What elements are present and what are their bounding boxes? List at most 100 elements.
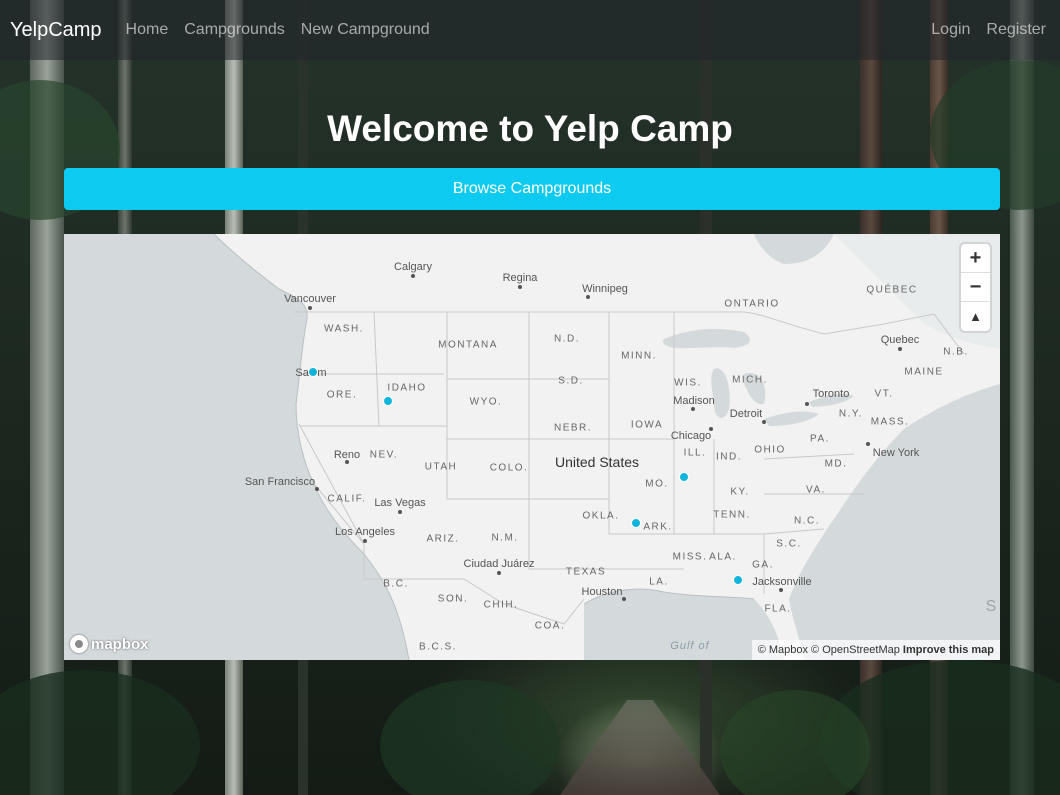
city-label: Toronto [812, 388, 850, 400]
map-region-label: CHIH. [483, 599, 519, 611]
map-region-label: N.M. [491, 532, 519, 544]
city-label: Houston [581, 586, 623, 598]
city-dot [308, 306, 312, 310]
campground-marker[interactable] [383, 396, 393, 406]
map-region-label: WIS. [674, 377, 702, 389]
map-region-label: NEBR. [553, 422, 593, 434]
map-region-label: CALIF. [327, 493, 367, 505]
map-region-label: OHIO [754, 444, 786, 456]
map-region-label: WYO. [469, 396, 503, 408]
nav-login[interactable]: Login [931, 21, 970, 39]
city-label: New York [872, 447, 920, 459]
map-region-label: N.Y. [838, 408, 864, 420]
nav-home[interactable]: Home [126, 21, 169, 39]
city-dot [866, 442, 870, 446]
nav-new-campground[interactable]: New Campground [301, 21, 430, 39]
city-dot [518, 285, 522, 289]
map-region-label: IOWA [630, 419, 664, 431]
map-region-label: B.C. [383, 578, 409, 590]
map-region-label: N.C. [794, 515, 820, 527]
map-region-label: MISS. [672, 551, 708, 563]
map-region-label: MAINE [904, 366, 944, 378]
map-region-label: TENN. [713, 509, 751, 521]
city-label: Las Vegas [374, 497, 426, 509]
city-dot [315, 487, 319, 491]
map-navigation-control: + − ▲ [961, 244, 990, 331]
map-region-label: LA. [649, 576, 669, 588]
city-dot [398, 510, 402, 514]
city-dot [762, 420, 766, 424]
zoom-in-button[interactable]: + [961, 244, 990, 273]
map-region-label: ARIZ. [426, 533, 460, 545]
map-region-label: VT. [874, 388, 894, 400]
map-region-label: OKLA. [582, 510, 620, 522]
map-region-label: N.D. [554, 333, 580, 345]
mapbox-icon [70, 635, 88, 653]
city-label: Quebec [880, 334, 920, 346]
city-dot [779, 588, 783, 592]
map-region-label: KY. [730, 486, 750, 498]
map-region-label: MO. [645, 478, 669, 490]
foliage [0, 670, 200, 795]
map-region-label: TEXAS [565, 566, 607, 578]
city-label: Winnipeg [582, 283, 628, 295]
campground-marker[interactable] [308, 367, 318, 377]
city-label: Ciudad Juárez [463, 558, 535, 570]
mapbox-logo-text: mapbox [91, 635, 149, 653]
map-region-label: UTAH [424, 461, 458, 473]
city-label: Calgary [394, 261, 432, 273]
city-dot [363, 539, 367, 543]
forest-path [560, 700, 720, 795]
campground-marker[interactable] [679, 472, 689, 482]
city-label: Vancouver [284, 293, 336, 305]
city-label: Regina [502, 272, 538, 284]
brand-logo[interactable]: YelpCamp [10, 19, 102, 42]
city-label: Madison [673, 395, 715, 407]
map-region-label: S.C. [776, 538, 802, 550]
page-title: Welcome to Yelp Camp [327, 108, 733, 149]
cluster-map[interactable]: ONTARIO QUÉBEC WASH. MONTANA N.D. MINN. … [64, 234, 1000, 660]
foliage [380, 680, 560, 795]
city-dot [622, 597, 626, 601]
city-label: Detroit [729, 408, 763, 420]
mapbox-logo[interactable]: mapbox [70, 635, 149, 653]
nav-campgrounds[interactable]: Campgrounds [184, 21, 285, 39]
map-edge-label: S [985, 598, 997, 615]
map-region-label: NEV. [369, 449, 399, 461]
map-region-label: GA. [752, 559, 774, 571]
map-region-label: MONTANA [438, 339, 498, 351]
campground-marker[interactable] [733, 575, 743, 585]
city-dot [497, 571, 501, 575]
map-region-label: N.B. [943, 346, 969, 358]
browse-campgrounds-button[interactable]: Browse Campgrounds [64, 168, 1000, 210]
city-dot [898, 347, 902, 351]
zoom-out-button[interactable]: − [961, 273, 990, 302]
nav-register[interactable]: Register [986, 21, 1046, 39]
map-region-label: COA. [534, 620, 566, 632]
map-region-label: MINN. [621, 350, 657, 362]
map-region-label: QUÉBEC [866, 284, 918, 296]
water-label: Gulf of [670, 640, 710, 652]
city-dot [805, 402, 809, 406]
map-region-label: S.D. [558, 375, 584, 387]
map-region-label: ORE. [326, 389, 358, 401]
map-region-label: COLO. [489, 462, 529, 474]
map-region-label: SON. [437, 593, 469, 605]
map-region-label: ILL. [683, 447, 707, 459]
improve-map-link[interactable]: Improve this map [903, 644, 994, 656]
map-region-label: PA. [810, 433, 830, 445]
map-region-label: ONTARIO [724, 298, 780, 310]
city-label: Reno [333, 449, 361, 461]
map-region-label: IND. [716, 451, 742, 463]
map-region-label: ALA. [709, 551, 737, 563]
city-label: Jacksonville [752, 576, 812, 588]
compass-button[interactable]: ▲ [961, 302, 990, 331]
city-label: Chicago [670, 430, 712, 442]
navbar: YelpCamp Home Campgrounds New Campground… [0, 0, 1060, 60]
city-dot [411, 274, 415, 278]
attribution-text[interactable]: © Mapbox © OpenStreetMap [758, 644, 900, 656]
campground-marker[interactable] [631, 518, 641, 528]
map-region-label: IDAHO [387, 382, 427, 394]
city-dot [691, 407, 695, 411]
map-attribution: © Mapbox © OpenStreetMap Improve this ma… [751, 640, 1000, 660]
